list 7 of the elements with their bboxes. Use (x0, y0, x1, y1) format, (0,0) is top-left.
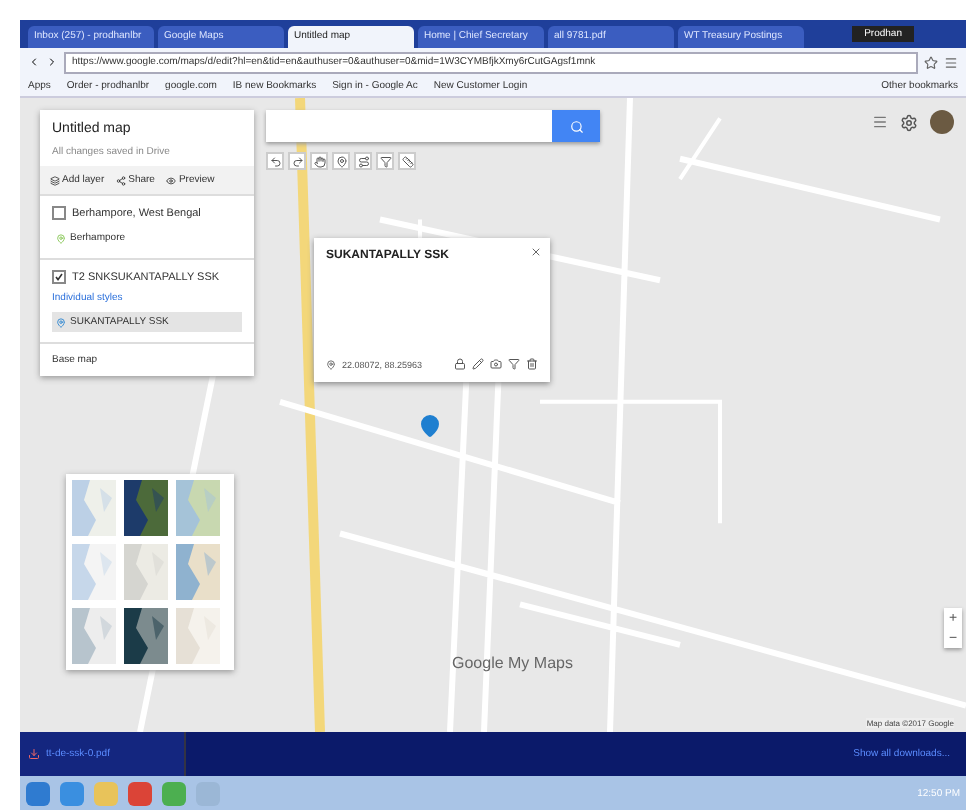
bookmark-star-icon[interactable] (924, 55, 938, 69)
back-icon[interactable] (28, 56, 40, 68)
download-icon (28, 748, 40, 760)
forward-icon[interactable] (46, 56, 58, 68)
taskbar-icon[interactable] (128, 781, 152, 805)
menu-icon[interactable] (944, 55, 958, 69)
taskbar-icon[interactable] (26, 781, 50, 805)
